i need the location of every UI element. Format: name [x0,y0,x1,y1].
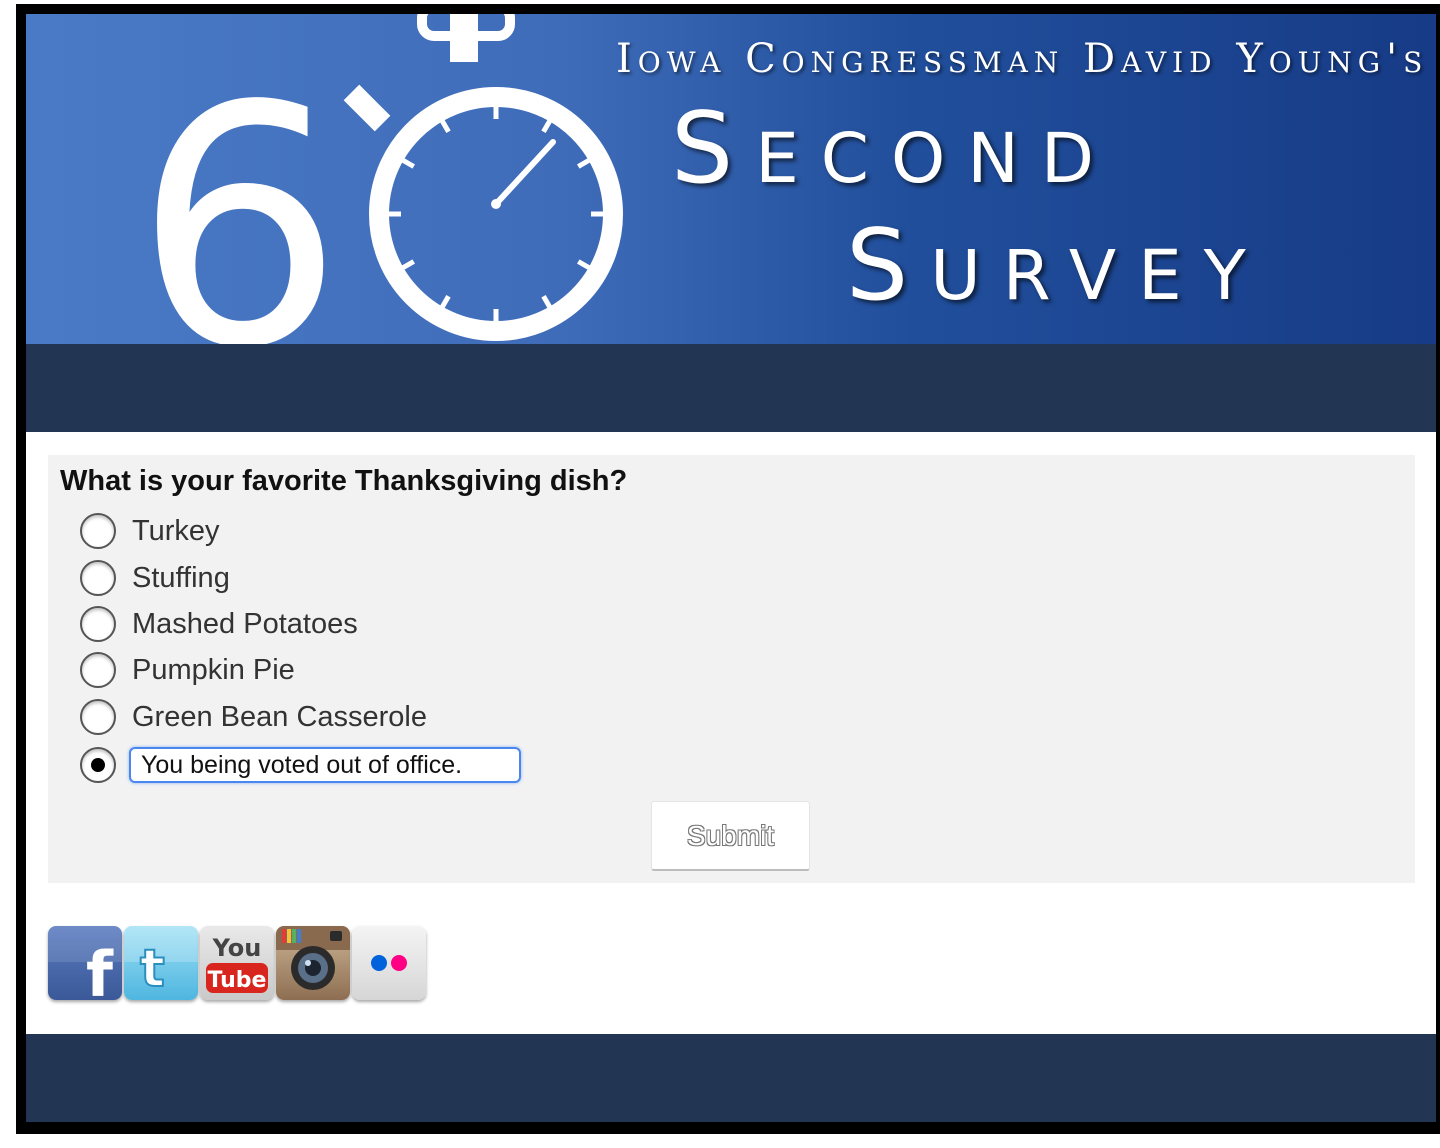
page: 6 Iowa Congressman David Young's Second … [26,14,1436,1122]
survey-form: What is your favorite Thanksgiving dish?… [48,455,1415,883]
stopwatch-tick [401,259,415,271]
radio-button[interactable] [80,699,116,735]
stopwatch-tick [401,157,415,169]
option-mashed-potatoes[interactable]: Mashed Potatoes [80,604,358,644]
instagram-icon[interactable] [276,926,350,1000]
stopwatch-tick [577,157,591,169]
option-stuffing[interactable]: Stuffing [80,558,230,598]
twitter-icon[interactable]: t [124,926,198,1000]
svg-text:f: f [86,938,114,1000]
youtube-icon[interactable]: You Tube [200,926,274,1000]
stopwatch-tick [577,259,591,271]
stopwatch-logo: 6 [134,14,623,344]
svg-text:You: You [212,934,262,962]
stopwatch-tick [439,119,451,133]
banner-title-line-2: Survey [846,209,1268,323]
radio-selected-dot [91,758,105,772]
option-label: Turkey [132,514,220,547]
footer-bar [26,1034,1436,1122]
facebook-icon[interactable]: f [48,926,122,1000]
svg-text:t: t [140,939,165,999]
option-label: Pumpkin Pie [132,653,295,686]
option-green-bean-casserole[interactable]: Green Bean Casserole [80,697,427,737]
social-links: f t You Tube [48,926,426,1002]
radio-button[interactable] [80,606,116,642]
option-label: Green Bean Casserole [132,700,427,733]
stopwatch-tick [541,119,553,133]
option-other[interactable] [80,745,521,785]
option-pumpkin-pie[interactable]: Pumpkin Pie [80,650,295,690]
stopwatch-tick [439,295,451,309]
number-six: 6 [134,36,344,344]
option-label: Stuffing [132,561,230,594]
flickr-icon[interactable] [352,926,426,1000]
banner-subtitle: Iowa Congressman David Young's [616,36,1429,82]
header-banner: 6 Iowa Congressman David Young's Second … [26,14,1436,344]
stopwatch-tick [541,295,553,309]
option-turkey[interactable]: Turkey [80,511,220,551]
option-label: Mashed Potatoes [132,607,358,640]
other-answer-input[interactable] [129,747,521,783]
nav-bar [26,344,1436,432]
radio-button-selected[interactable] [80,747,116,783]
radio-button[interactable] [80,652,116,688]
radio-button[interactable] [80,513,116,549]
svg-text:Tube: Tube [208,968,267,993]
banner-title-line-1: Second [671,92,1117,206]
submit-button[interactable]: Submit [651,801,810,871]
question-text: What is your favorite Thanksgiving dish? [60,465,628,497]
radio-button[interactable] [80,560,116,596]
